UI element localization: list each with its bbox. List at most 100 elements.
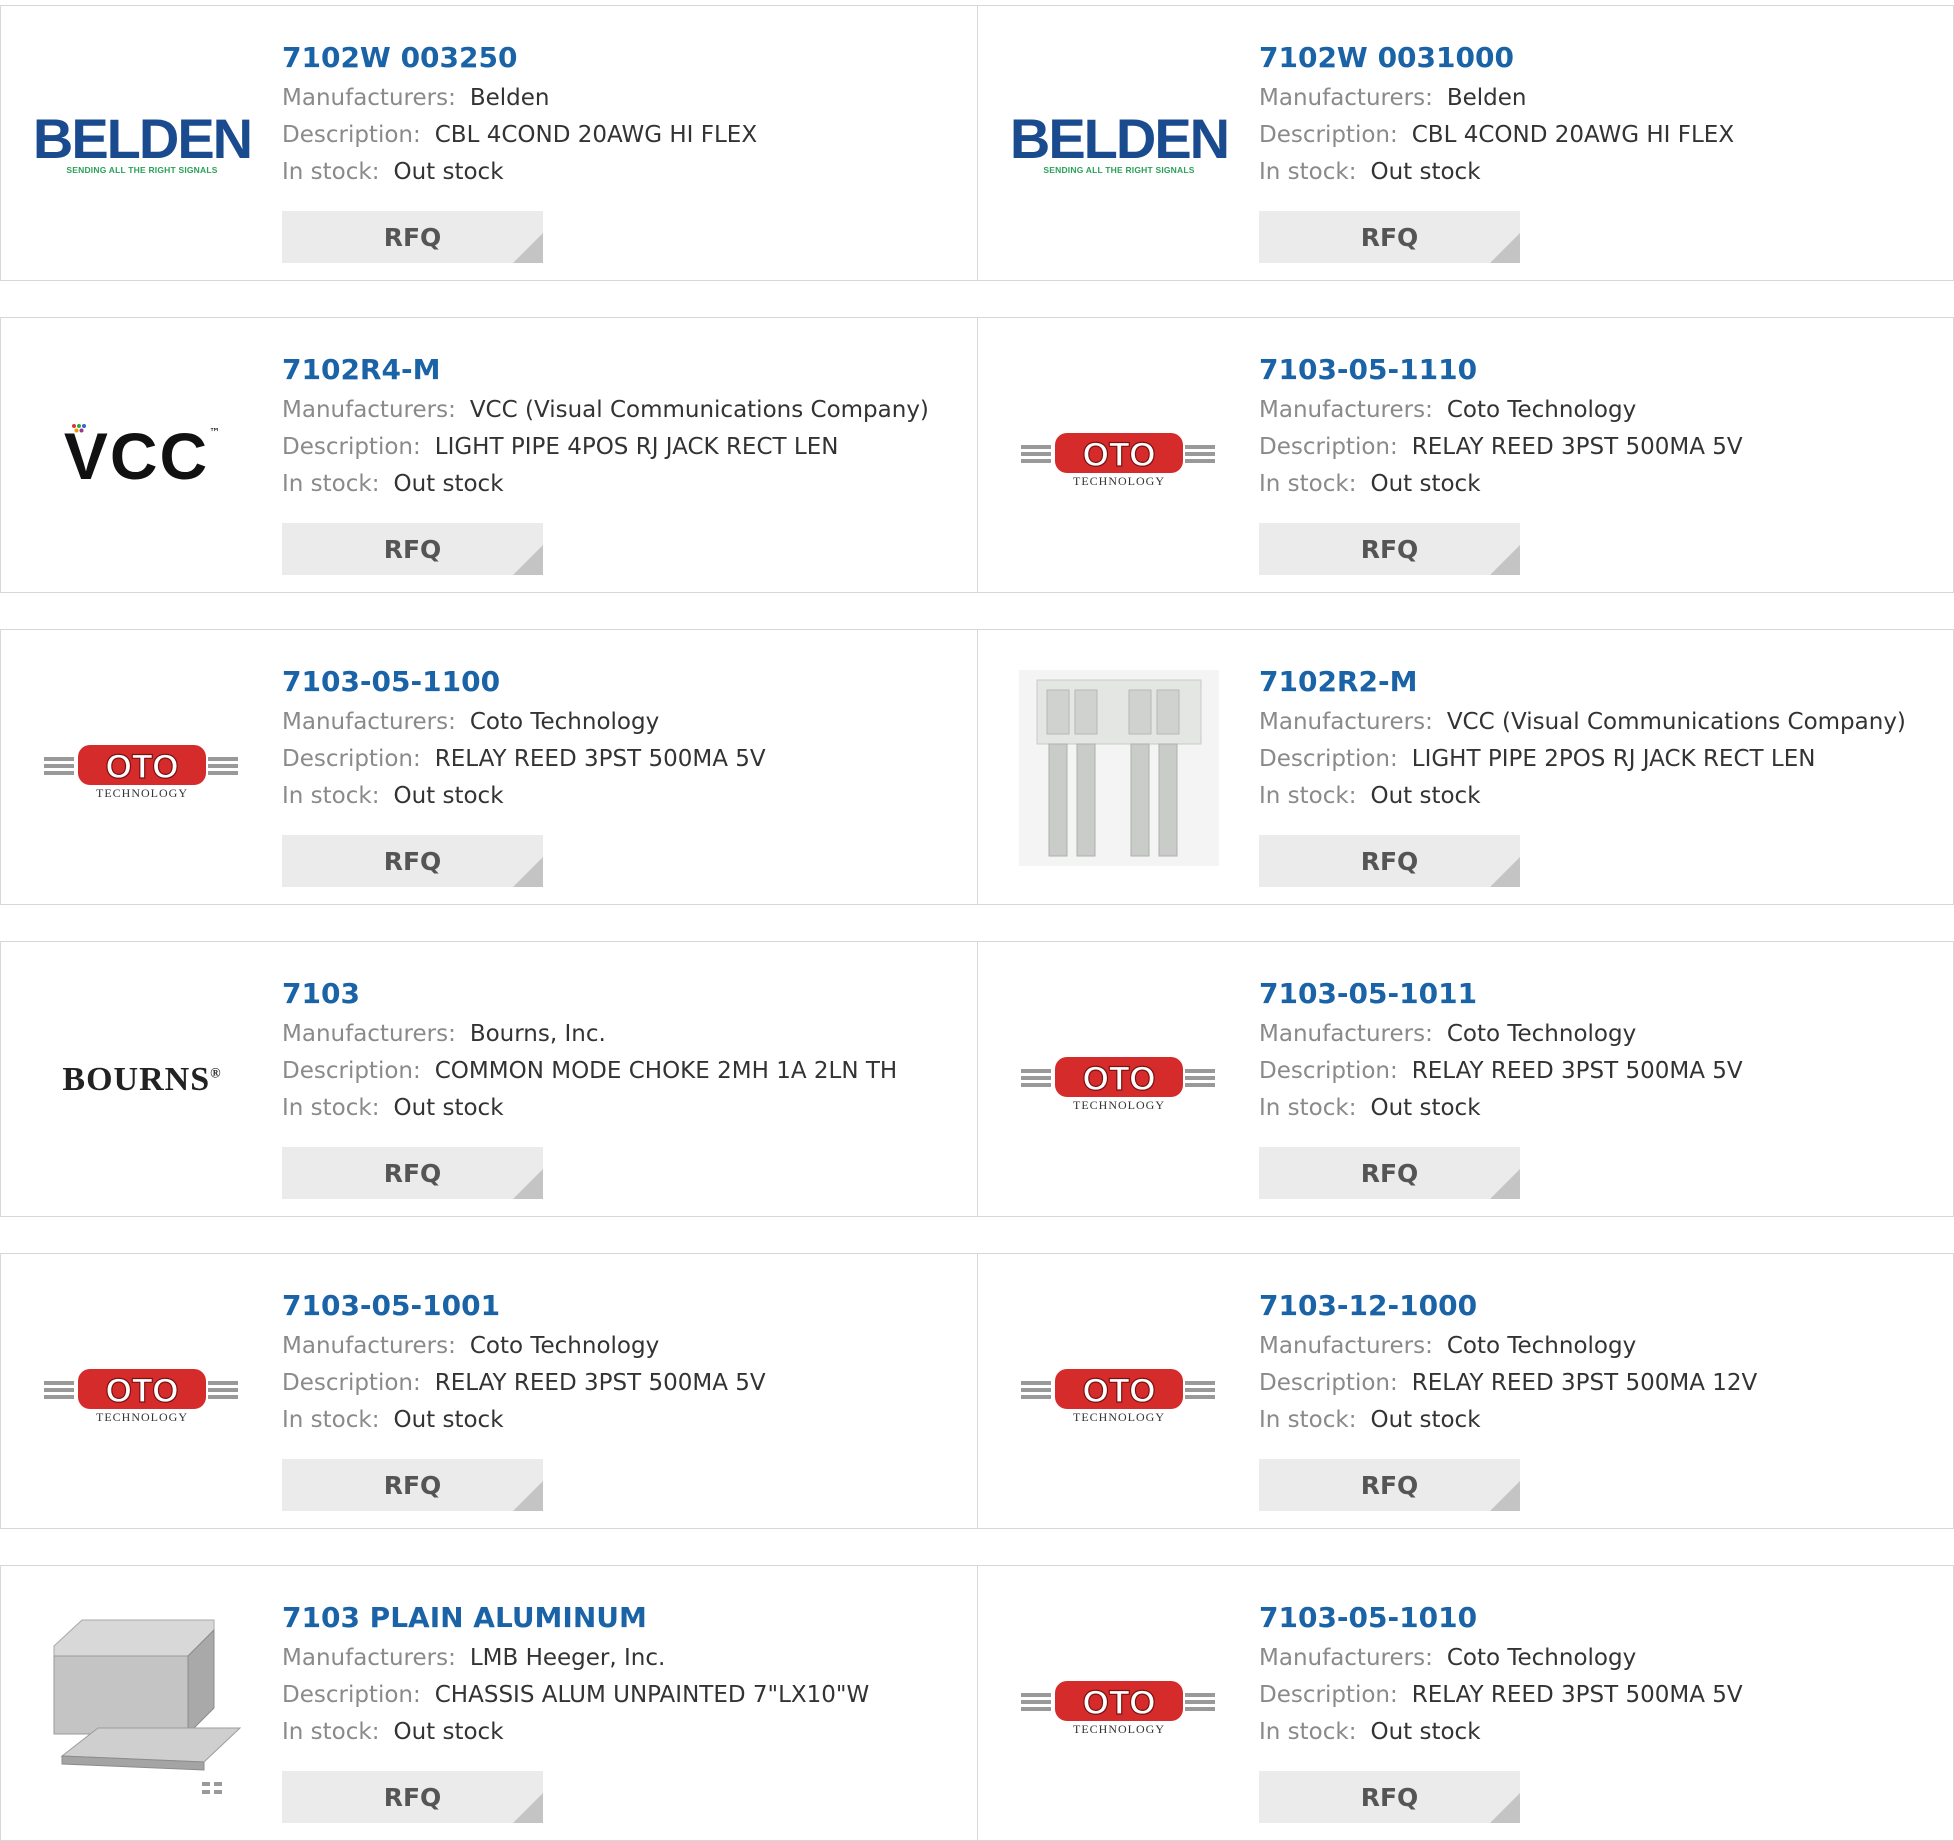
stock-label: In stock: [282,1407,380,1433]
coto-logo-word: OTO [105,1372,178,1410]
product-info: 7102W 003250 Manufacturers: Belden Descri… [282,36,757,191]
product-info: 7103 PLAIN ALUMINUM Manufacturers: LMB He… [282,1596,869,1751]
product-grid: BELDEN SENDING ALL THE RIGHT SIGNALS 710… [0,0,1954,1841]
rfq-button[interactable]: RFQ [282,1771,543,1823]
part-number-link[interactable]: 7102W 0031000 [1259,36,1734,80]
manufacturer-label: Manufacturers: [282,85,456,111]
coto-technology-logo[interactable]: OTO TECHNOLOGY [39,1284,245,1500]
rfq-button[interactable]: RFQ [282,1459,543,1511]
product-card: OTO TECHNOLOGY 7103-05-1001 Manufacturer… [0,1253,978,1529]
product-card: OTO TECHNOLOGY 7103-12-1000 Manufacturer… [978,1253,1954,1529]
coto-technology-logo[interactable]: OTO TECHNOLOGY [1016,1284,1222,1500]
manufacturer-value: Coto Technology [469,1333,660,1359]
product-card: BELDEN SENDING ALL THE RIGHT SIGNALS 710… [978,5,1954,281]
part-number-link[interactable]: 7103-05-1010 [1259,1596,1743,1640]
coto-technology-logo[interactable]: OTO TECHNOLOGY [1016,348,1222,564]
stock-label: In stock: [282,159,380,185]
manufacturer-label: Manufacturers: [1259,1333,1433,1359]
coto-technology-logo[interactable]: OTO TECHNOLOGY [1016,1596,1222,1812]
bourns-logo[interactable]: BOURNS® [39,972,245,1188]
stock-label: In stock: [1259,1407,1357,1433]
vcc-logo[interactable]: VCC™ [39,348,245,564]
rfq-button[interactable]: RFQ [1259,835,1520,887]
part-number-link[interactable]: 7103-05-1110 [1259,348,1743,392]
manufacturer-line: Manufacturers: VCC (Visual Communications… [282,392,929,429]
manufacturer-value: LMB Heeger, Inc. [469,1645,666,1671]
description-label: Description: [1259,1370,1398,1396]
rfq-label: RFQ [1360,1470,1419,1500]
rfq-button[interactable]: RFQ [1259,211,1520,263]
rfq-button[interactable]: RFQ [282,523,543,575]
part-number-link[interactable]: 7103-05-1100 [282,660,766,704]
aluminum-chassis-image-graphic [53,1619,242,1794]
stock-label: In stock: [1259,1095,1357,1121]
description-line: Description: RELAY REED 3PST 500MA 5V [1259,1053,1743,1090]
manufacturer-label: Manufacturers: [1259,85,1433,111]
belden-logo-word: BELDEN [1009,107,1230,170]
manufacturer-value: Belden [1446,85,1527,111]
light-pipe-product-image[interactable] [1016,660,1222,876]
stock-line: In stock: Out stock [1259,1714,1743,1751]
stock-label: In stock: [1259,1719,1357,1745]
description-value: RELAY REED 3PST 500MA 5V [434,1370,766,1396]
stock-value: Out stock [1370,1407,1481,1433]
description-value: COMMON MODE CHOKE 2MH 1A 2LN TH [434,1058,898,1084]
product-info: 7103 Manufacturers: Bourns, Inc. Descript… [282,972,897,1127]
belden-logo[interactable]: BELDEN SENDING ALL THE RIGHT SIGNALS [33,36,253,252]
stock-line: In stock: Out stock [282,1090,897,1127]
part-number-link[interactable]: 7103-05-1001 [282,1284,766,1328]
manufacturer-label: Manufacturers: [282,1645,456,1671]
description-label: Description: [1259,122,1398,148]
rfq-label: RFQ [1360,534,1419,564]
coto-technology-logo-graphic: OTO TECHNOLOGY [1021,1681,1215,1736]
product-card: OTO TECHNOLOGY 7103-05-1100 Manufacturer… [0,629,978,905]
stock-line: In stock: Out stock [1259,154,1734,191]
product-info: 7102R4-M Manufacturers: VCC (Visual Commu… [282,348,929,503]
product-card: BOURNS® 7103 Manufacturers: Bourns, Inc. … [0,941,978,1217]
product-row: BOURNS® 7103 Manufacturers: Bourns, Inc. … [0,941,1954,1217]
rfq-button[interactable]: RFQ [1259,1459,1520,1511]
rfq-button[interactable]: RFQ [1259,1147,1520,1199]
description-value: RELAY REED 3PST 500MA 12V [1411,1370,1758,1396]
rfq-label: RFQ [383,534,442,564]
manufacturer-line: Manufacturers: LMB Heeger, Inc. [282,1640,869,1677]
description-line: Description: COMMON MODE CHOKE 2MH 1A 2LN… [282,1053,897,1090]
coto-logo-subtitle: TECHNOLOGY [1073,1410,1165,1424]
part-number-link[interactable]: 7103-12-1000 [1259,1284,1757,1328]
description-label: Description: [1259,434,1398,460]
coto-technology-logo[interactable]: OTO TECHNOLOGY [1016,972,1222,1188]
part-number-link[interactable]: 7102W 003250 [282,36,757,80]
part-number-link[interactable]: 7103 PLAIN ALUMINUM [282,1596,869,1640]
rfq-button[interactable]: RFQ [282,1147,543,1199]
corner-decoration [1490,545,1520,575]
part-number-link[interactable]: 7102R4-M [282,348,929,392]
corner-decoration [1490,857,1520,887]
belden-logo-word: BELDEN [32,107,253,170]
rfq-button[interactable]: RFQ [1259,523,1520,575]
description-label: Description: [282,434,421,460]
manufacturer-label: Manufacturers: [282,1333,456,1359]
description-value: RELAY REED 3PST 500MA 5V [1411,1682,1743,1708]
manufacturer-line: Manufacturers: Coto Technology [1259,1328,1757,1365]
rfq-button[interactable]: RFQ [1259,1771,1520,1823]
aluminum-chassis-product-image[interactable] [39,1596,245,1812]
description-label: Description: [282,1058,421,1084]
rfq-button[interactable]: RFQ [282,211,543,263]
manufacturer-label: Manufacturers: [1259,1645,1433,1671]
manufacturer-value: Coto Technology [1446,1021,1637,1047]
product-card: OTO TECHNOLOGY 7103-05-1110 Manufacturer… [978,317,1954,593]
rfq-button[interactable]: RFQ [282,835,543,887]
coto-technology-logo[interactable]: OTO TECHNOLOGY [39,660,245,876]
manufacturer-label: Manufacturers: [1259,709,1433,735]
description-value: LIGHT PIPE 4POS RJ JACK RECT LEN [434,434,839,460]
stock-label: In stock: [282,1095,380,1121]
description-label: Description: [1259,1682,1398,1708]
belden-logo[interactable]: BELDEN SENDING ALL THE RIGHT SIGNALS [1010,36,1230,252]
part-number-link[interactable]: 7103 [282,972,897,1016]
part-number-link[interactable]: 7103-05-1011 [1259,972,1743,1016]
part-number-link[interactable]: 7102R2-M [1259,660,1906,704]
stock-line: In stock: Out stock [1259,1402,1757,1439]
stock-line: In stock: Out stock [1259,778,1906,815]
description-label: Description: [282,746,421,772]
corner-decoration [1490,1481,1520,1511]
